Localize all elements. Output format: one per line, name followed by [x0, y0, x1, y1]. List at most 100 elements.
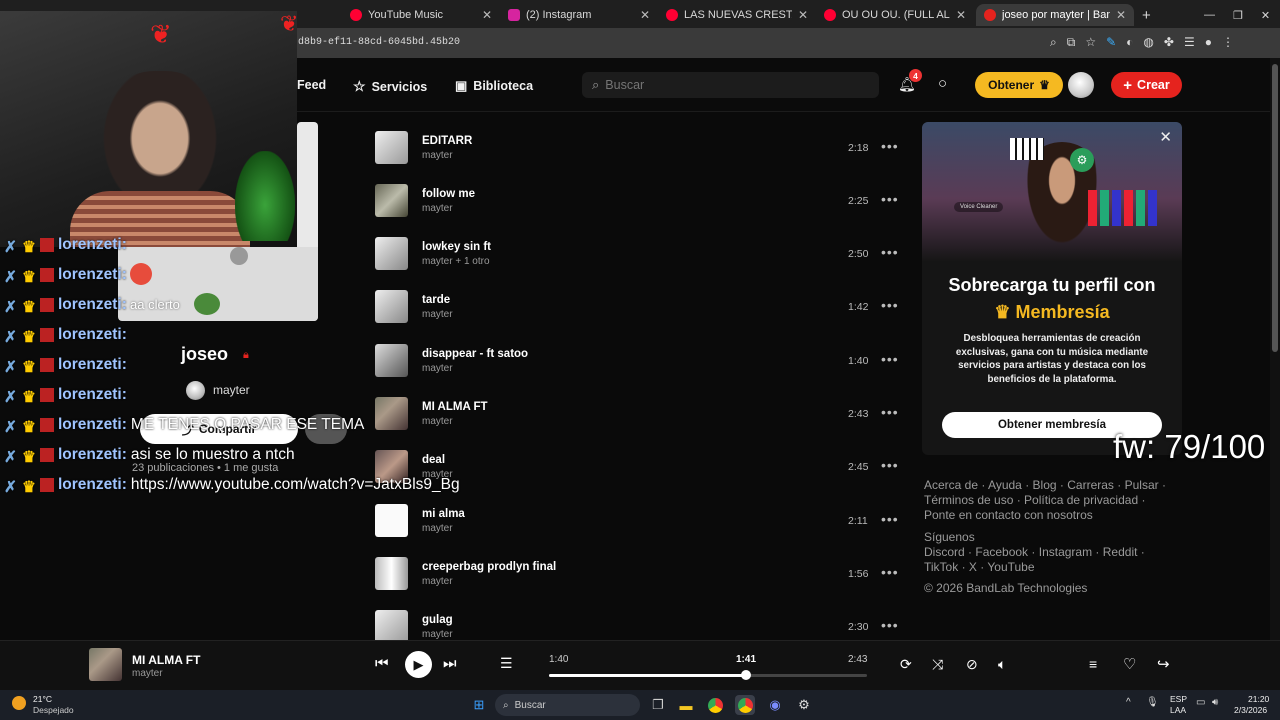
- track-thumbnail[interactable]: [375, 184, 408, 217]
- footer-link[interactable]: Acerca de: [924, 478, 978, 492]
- chrome-active-icon[interactable]: [735, 695, 755, 715]
- avatar[interactable]: [1068, 72, 1094, 98]
- track-title[interactable]: EDITARR: [422, 135, 472, 147]
- close-icon[interactable]: ✕: [1116, 8, 1126, 22]
- track-thumbnail[interactable]: [375, 344, 408, 377]
- track-thumbnail[interactable]: [375, 557, 408, 590]
- obtener-button[interactable]: Obtener ♛: [975, 72, 1063, 98]
- track-title[interactable]: mi alma: [422, 508, 465, 520]
- weather-moon-icon[interactable]: [12, 696, 26, 710]
- heart-icon[interactable]: ♡: [1123, 655, 1136, 673]
- close-icon[interactable]: ✕: [798, 8, 808, 22]
- next-track-icon[interactable]: ⏭: [443, 655, 457, 672]
- track-thumbnail[interactable]: [375, 397, 408, 430]
- weather-text[interactable]: Despejado: [33, 705, 74, 715]
- settings-icon[interactable]: ⚙: [794, 695, 814, 715]
- profile-icon[interactable]: ●: [1205, 35, 1212, 50]
- window-controls[interactable]: — ❐ ✕: [1196, 4, 1276, 26]
- track-title[interactable]: MI ALMA FT: [422, 401, 488, 413]
- close-icon[interactable]: ✕: [482, 8, 492, 22]
- track-artist[interactable]: mayter: [422, 363, 453, 374]
- footer-link[interactable]: Reddit: [1103, 545, 1138, 559]
- crear-button[interactable]: + Crear: [1111, 72, 1182, 98]
- track-artist[interactable]: mayter: [422, 150, 453, 161]
- lang-layout[interactable]: LAA: [1170, 705, 1186, 715]
- shuffle-icon[interactable]: ⤨: [932, 656, 943, 673]
- track-title[interactable]: disappear - ft satoo: [422, 348, 528, 360]
- puzzle-icon[interactable]: ✤: [1164, 35, 1174, 50]
- track-row[interactable]: follow me mayter 2:25 •••: [375, 174, 905, 218]
- track-title[interactable]: lowkey sin ft: [422, 241, 491, 253]
- reading-list-icon[interactable]: ☰: [1184, 35, 1195, 50]
- more-options-icon[interactable]: •••: [881, 617, 899, 633]
- track-row[interactable]: gulag mayter 2:30 •••: [375, 600, 905, 644]
- more-options-icon[interactable]: •••: [881, 564, 899, 580]
- no-loop-icon[interactable]: ⊘: [966, 656, 978, 673]
- track-row[interactable]: lowkey sin ft mayter + 1 otro 2:50 •••: [375, 227, 905, 271]
- track-artist[interactable]: mayter + 1 otro: [422, 256, 490, 267]
- track-title[interactable]: tarde: [422, 294, 450, 306]
- lang-indicator[interactable]: ESP: [1170, 694, 1187, 704]
- progress-track[interactable]: [549, 674, 867, 677]
- profile-user[interactable]: mayter: [213, 383, 250, 397]
- track-artist[interactable]: mayter: [422, 576, 453, 587]
- minimize-icon[interactable]: —: [1204, 9, 1215, 21]
- track-artist[interactable]: mayter: [422, 309, 453, 320]
- footer-link[interactable]: YouTube: [987, 560, 1034, 574]
- avatar[interactable]: [186, 381, 205, 400]
- track-title[interactable]: deal: [422, 454, 445, 466]
- track-row[interactable]: MI ALMA FT mayter 2:43 •••: [375, 387, 905, 431]
- discord-icon[interactable]: ◉: [765, 695, 785, 715]
- task-view-icon[interactable]: ❐: [648, 695, 668, 715]
- now-playing-thumbnail[interactable]: [89, 648, 122, 681]
- footer-link[interactable]: Ayuda: [988, 478, 1022, 492]
- footer-link[interactable]: X: [969, 560, 977, 574]
- footer-link[interactable]: Discord: [924, 545, 965, 559]
- close-icon[interactable]: ✕: [640, 8, 650, 22]
- track-thumbnail[interactable]: [375, 290, 408, 323]
- nav-biblioteca[interactable]: ▣ Biblioteca: [455, 78, 533, 94]
- track-row[interactable]: creeperbag prodlyn final mayter 1:56 •••: [375, 547, 905, 591]
- more-options-icon[interactable]: •••: [881, 138, 899, 154]
- previous-track-icon[interactable]: ⏮: [375, 655, 389, 672]
- footer-link[interactable]: Ponte en contacto con nosotros: [924, 508, 1093, 522]
- footer-link[interactable]: TikTok: [924, 560, 958, 574]
- now-playing-artist[interactable]: mayter: [132, 668, 163, 679]
- track-row[interactable]: mi alma mayter 2:11 •••: [375, 494, 905, 538]
- weather-temp[interactable]: 21°C: [33, 694, 52, 704]
- search-box[interactable]: ⌕: [582, 72, 879, 98]
- microphone-icon[interactable]: 🎙︎: [1146, 697, 1159, 708]
- tab-las-nuevas-crestas[interactable]: LAS NUEVAS CRESTAS (TEENX)✕: [658, 4, 816, 26]
- clock-date[interactable]: 2/3/2026: [1234, 705, 1267, 715]
- bookmark-star-icon[interactable]: ☆: [1085, 35, 1096, 50]
- extension-icon[interactable]: ✎: [1106, 35, 1116, 50]
- tab-bandlab[interactable]: joseo por mayter | BandLab✕: [976, 4, 1134, 26]
- track-row[interactable]: tarde mayter 1:42 •••: [375, 280, 905, 324]
- file-explorer-icon[interactable]: ▬: [676, 695, 696, 715]
- volume-mute-icon[interactable]: 🔈︎: [998, 656, 1006, 673]
- track-title[interactable]: creeperbag prodlyn final: [422, 561, 556, 573]
- track-thumbnail[interactable]: [375, 237, 408, 270]
- tab-instagram[interactable]: (2) Instagram ✕: [500, 4, 658, 26]
- nav-servicios[interactable]: ☆ Servicios: [353, 78, 427, 95]
- footer-link[interactable]: Blog: [1033, 478, 1057, 492]
- track-artist[interactable]: mayter: [422, 629, 453, 640]
- scrollbar-thumb[interactable]: [1272, 64, 1278, 352]
- volume-icon[interactable]: 🔊︎: [1212, 697, 1218, 708]
- url-text[interactable]: d8b9-ef11-88cd-6045bd.45b20: [298, 37, 460, 48]
- cast-icon[interactable]: ⧉: [1067, 35, 1076, 50]
- chrome-icon[interactable]: [705, 695, 725, 715]
- more-options-icon[interactable]: •••: [881, 191, 899, 207]
- play-button[interactable]: ▶: [405, 651, 432, 678]
- more-options-icon[interactable]: •••: [881, 244, 899, 260]
- new-tab-button[interactable]: +: [1134, 4, 1154, 26]
- track-thumbnail[interactable]: [375, 610, 408, 643]
- more-options-icon[interactable]: •••: [881, 404, 899, 420]
- tab-ou-ou-ou[interactable]: OU OU OU. (FULL ALBUM) - Yo✕: [816, 4, 974, 26]
- close-icon[interactable]: ✕: [956, 8, 966, 22]
- footer-link[interactable]: Facebook: [975, 545, 1028, 559]
- track-row[interactable]: disappear - ft satoo mayter 1:40 •••: [375, 334, 905, 378]
- footer-link[interactable]: Instagram: [1039, 545, 1092, 559]
- repeat-icon[interactable]: ⟳: [900, 656, 912, 673]
- more-options-icon[interactable]: •••: [881, 351, 899, 367]
